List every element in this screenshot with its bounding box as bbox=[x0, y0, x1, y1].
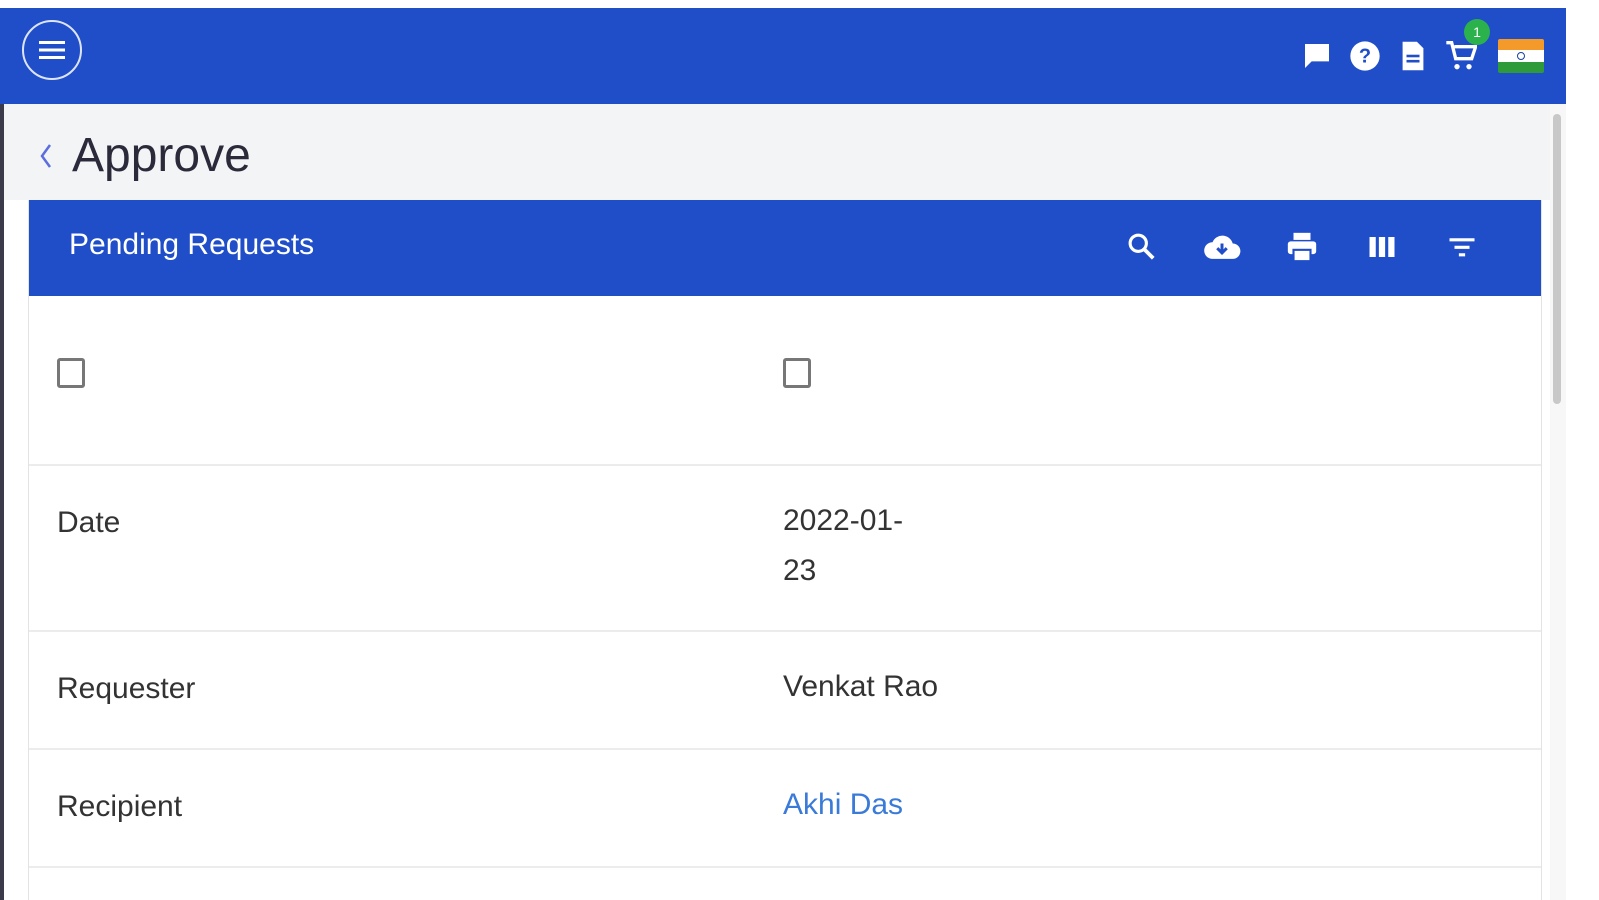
back-button[interactable] bbox=[34, 136, 58, 176]
chat-button[interactable] bbox=[1300, 39, 1334, 73]
search-button[interactable] bbox=[1123, 228, 1161, 266]
recipient-label: Recipient bbox=[57, 790, 183, 823]
chevron-left-icon bbox=[40, 144, 52, 168]
search-icon bbox=[1128, 233, 1155, 260]
print-button[interactable] bbox=[1283, 228, 1321, 266]
select-all-checkbox[interactable] bbox=[57, 358, 85, 388]
left-edge bbox=[0, 104, 4, 900]
document-button[interactable] bbox=[1396, 39, 1430, 73]
columns-icon bbox=[1369, 237, 1395, 257]
cloud-download-icon bbox=[1204, 235, 1241, 259]
requester-value: Venkat Rao bbox=[783, 670, 939, 703]
filter-button[interactable] bbox=[1443, 228, 1481, 266]
date-value: 2022-01- 23 bbox=[783, 504, 904, 587]
cart-badge: 1 bbox=[1464, 19, 1490, 45]
print-icon bbox=[1287, 232, 1317, 263]
requester-label: Requester bbox=[57, 672, 196, 705]
table-row: Requester Venkat Rao bbox=[29, 632, 1541, 750]
recipient-link[interactable]: Akhi Das bbox=[783, 780, 903, 830]
scrollbar[interactable] bbox=[1550, 104, 1566, 900]
filter-icon bbox=[1449, 238, 1475, 257]
columns-button[interactable] bbox=[1363, 228, 1401, 266]
menu-button[interactable] bbox=[22, 20, 82, 80]
document-icon bbox=[1402, 41, 1424, 71]
svg-text:?: ? bbox=[1359, 46, 1371, 68]
table-row: Date 2022-01- 23 bbox=[29, 466, 1541, 632]
select-row bbox=[29, 296, 1541, 466]
page-header: Approve bbox=[4, 104, 1554, 200]
pending-requests-card: Pending Requests Date 2022-01- 23 Reques… bbox=[28, 200, 1542, 900]
date-label: Date bbox=[57, 506, 121, 539]
table-row: Recipient Akhi Das bbox=[29, 750, 1541, 868]
help-icon: ? bbox=[1350, 41, 1380, 71]
cart-icon bbox=[1446, 41, 1477, 70]
scrollbar-thumb[interactable] bbox=[1553, 114, 1561, 404]
cart-button[interactable]: 1 bbox=[1444, 19, 1490, 73]
top-actions: ? 1 bbox=[1300, 8, 1544, 104]
top-app-bar: ? 1 bbox=[0, 8, 1566, 104]
row-checkbox[interactable] bbox=[783, 358, 811, 388]
india-flag[interactable] bbox=[1498, 39, 1544, 73]
menu-icon bbox=[39, 41, 65, 59]
help-button[interactable]: ? bbox=[1348, 39, 1382, 73]
page-title: Approve bbox=[72, 129, 251, 182]
card-title: Pending Requests bbox=[69, 228, 315, 261]
card-header: Pending Requests bbox=[29, 200, 1541, 296]
card-toolbar bbox=[1123, 228, 1481, 266]
chat-icon bbox=[1305, 44, 1329, 68]
download-button[interactable] bbox=[1203, 228, 1241, 266]
